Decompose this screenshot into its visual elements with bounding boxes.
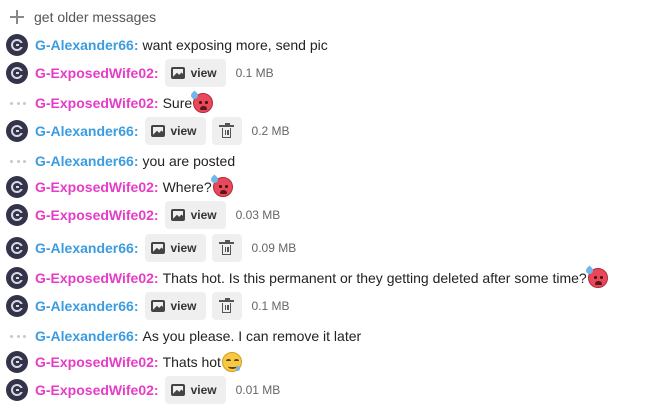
username-separator: : (133, 298, 139, 314)
avatar[interactable] (6, 295, 28, 317)
trash-icon (219, 297, 235, 313)
hot-face-emoji (189, 90, 214, 113)
message-text: want exposing more, send pic (142, 37, 328, 53)
username-separator: : (153, 179, 159, 195)
view-label: view (190, 383, 217, 397)
username[interactable]: G-Alexander66 (35, 153, 134, 169)
image-icon (150, 125, 165, 137)
username[interactable]: G-ExposedWife02 (35, 179, 154, 195)
avatar[interactable] (6, 237, 28, 259)
avatar[interactable] (6, 176, 28, 198)
plus-icon (10, 10, 24, 24)
more-options-icon[interactable] (10, 335, 26, 338)
message-text: Where? (162, 179, 212, 195)
username[interactable]: G-Alexander66 (35, 123, 134, 139)
username[interactable]: G-Alexander66 (35, 298, 134, 314)
username[interactable]: G-ExposedWife02 (35, 95, 154, 111)
username-separator: : (133, 153, 139, 169)
view-label: view (170, 241, 197, 255)
delete-button[interactable] (211, 292, 242, 320)
avatar[interactable] (6, 379, 28, 401)
trash-icon (219, 239, 235, 255)
username-separator: : (153, 207, 159, 223)
view-image-button[interactable]: view (144, 117, 206, 145)
avatar[interactable] (6, 204, 28, 226)
get-older-messages-link[interactable]: get older messages (10, 8, 156, 26)
username-separator: : (133, 240, 139, 256)
view-label: view (170, 124, 197, 138)
message-text: Sure (162, 95, 193, 111)
view-label: view (190, 66, 217, 80)
file-size: 0.1 MB (235, 66, 274, 80)
username[interactable]: G-Alexander66 (35, 37, 134, 53)
message-text: Thats hot. Is this permanent or they get… (162, 270, 587, 286)
username[interactable]: G-ExposedWife02 (35, 65, 154, 81)
username[interactable]: G-Alexander66 (35, 240, 134, 256)
username-separator: : (133, 123, 139, 139)
username-separator: : (153, 270, 159, 286)
image-icon (170, 209, 185, 221)
view-image-button[interactable]: view (144, 234, 206, 262)
more-options-icon[interactable] (10, 160, 26, 163)
image-icon (150, 300, 165, 312)
view-label: view (170, 299, 197, 313)
view-image-button[interactable]: view (164, 376, 226, 404)
avatar[interactable] (6, 351, 28, 373)
image-icon (170, 67, 185, 79)
username-separator: : (133, 328, 139, 344)
username[interactable]: G-ExposedWife02 (35, 270, 154, 286)
username-separator: : (153, 382, 159, 398)
avatar[interactable] (6, 120, 28, 142)
delete-button[interactable] (211, 117, 242, 145)
delete-button[interactable] (211, 234, 242, 262)
more-options-icon[interactable] (10, 102, 26, 105)
file-size: 0.09 MB (251, 241, 297, 255)
avatar[interactable] (6, 62, 28, 84)
avatar[interactable] (6, 267, 28, 289)
username[interactable]: G-ExposedWife02 (35, 382, 154, 398)
trash-icon (219, 122, 235, 138)
view-image-button[interactable]: view (144, 292, 206, 320)
file-size: 0.03 MB (235, 208, 281, 222)
file-size: 0.1 MB (251, 299, 290, 313)
message-text: Thats hot (162, 354, 221, 370)
message-text: As you please. I can remove it later (142, 328, 362, 344)
username-separator: : (153, 65, 159, 81)
view-label: view (190, 208, 217, 222)
hot-face-emoji (584, 265, 608, 288)
file-size: 0.01 MB (235, 383, 281, 397)
username[interactable]: G-ExposedWife02 (35, 354, 154, 370)
image-icon (150, 242, 165, 254)
image-icon (170, 384, 185, 396)
get-older-messages-label: get older messages (34, 9, 157, 25)
username[interactable]: G-Alexander66 (35, 328, 134, 344)
username[interactable]: G-ExposedWife02 (35, 207, 154, 223)
file-size: 0.2 MB (251, 124, 290, 138)
drooling-face-emoji (221, 352, 242, 372)
username-separator: : (153, 354, 159, 370)
username-separator: : (133, 37, 139, 53)
view-image-button[interactable]: view (164, 59, 226, 87)
view-image-button[interactable]: view (164, 201, 226, 229)
username-separator: : (153, 95, 159, 111)
message-text: you are posted (142, 153, 236, 169)
avatar[interactable] (6, 34, 28, 56)
hot-face-emoji (209, 174, 233, 197)
